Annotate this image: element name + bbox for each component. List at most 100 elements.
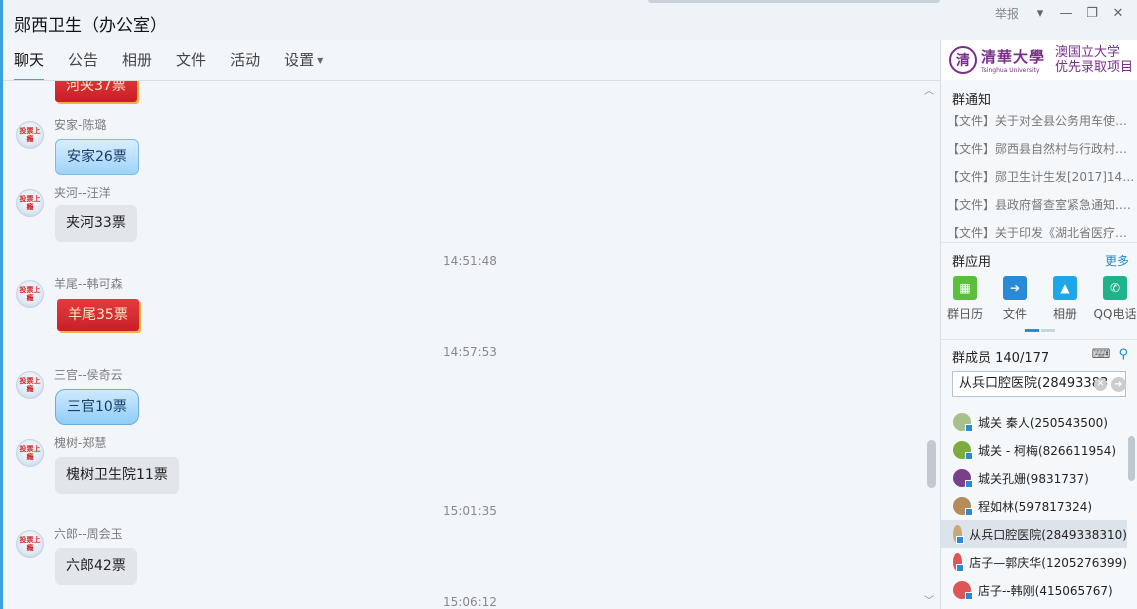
message-bubble: 六郎42票	[55, 548, 137, 585]
member-name: 城关 - 柯梅(826611954)	[978, 443, 1117, 458]
window-accent-border	[0, 0, 3, 609]
university-name: 清華大學 Tsinghua University	[981, 46, 1045, 74]
app-calendar[interactable]: ▦ 群日历	[940, 276, 990, 322]
member-name: 城关 秦人(250543500)	[978, 415, 1108, 430]
member-name: 店子--韩刚(415065767)	[978, 583, 1113, 598]
sender-name: 夹河--汪洋	[54, 186, 111, 200]
tab-settings[interactable]: 设置 ▼	[284, 50, 323, 80]
avatar	[953, 553, 965, 572]
folder-icon: ➔	[1003, 276, 1027, 300]
timestamp: 14:51:48	[443, 254, 497, 268]
apps-title: 群应用	[952, 255, 992, 270]
search-icon[interactable]: ⚲	[1118, 347, 1128, 362]
close-icon[interactable]: ✕	[1105, 4, 1131, 22]
app-label: 文件	[1002, 307, 1027, 321]
member-manage-icon[interactable]: ⌨	[1092, 347, 1111, 362]
member-scrollbar[interactable]	[1128, 436, 1135, 481]
avatar[interactable]: 投票上瘾	[16, 189, 44, 217]
member-item[interactable]: 城关 - 柯梅(826611954)	[941, 436, 1127, 464]
avatar[interactable]: 投票上瘾	[16, 530, 44, 558]
page-dot[interactable]	[1041, 329, 1055, 332]
chat-history[interactable]: 河夹37票 投票上瘾 安家-陈璐 安家26票 投票上瘾 夹河--汪洋 夹河33票…	[0, 81, 940, 609]
clear-icon[interactable]: ✕	[1094, 378, 1107, 391]
group-title: 郧西卫生（办公室）	[14, 16, 167, 36]
app-label: 群日历	[946, 307, 983, 321]
avatar	[953, 469, 973, 488]
university-name-en: Tsinghua University	[981, 67, 1040, 74]
ad-promo-line1: 澳国立大学	[1055, 45, 1121, 60]
scroll-up-icon[interactable]: ︿	[924, 82, 934, 97]
divider	[941, 242, 1137, 243]
phone-icon: ✆	[1103, 276, 1127, 300]
avatar	[953, 525, 965, 544]
ad-promo-line2: 优先录取项目	[1055, 60, 1134, 75]
side-panel: 清 清華大學 Tsinghua University 澳国立大学 优先录取项目 …	[940, 40, 1137, 609]
member-item[interactable]: 城关孔姗(9831737)	[941, 464, 1127, 492]
message-bubble: 羊尾35票	[57, 299, 139, 331]
tab-notice[interactable]: 公告	[68, 50, 98, 80]
member-item[interactable]: 店子--韩刚(415065767)	[941, 576, 1127, 604]
minimize-icon[interactable]: —	[1053, 4, 1079, 22]
timestamp: 15:01:35	[443, 504, 497, 518]
report-link[interactable]: 举报	[995, 5, 1019, 22]
tab-chat[interactable]: 聊天	[14, 50, 45, 82]
notice-item[interactable]: 【文件】郧卫生计生发[2017]14号 ...	[947, 168, 1136, 185]
notice-item[interactable]: 【文件】关于对全县公务用车使用...	[947, 112, 1136, 129]
ad-banner[interactable]: 清 清華大學 Tsinghua University 澳国立大学 优先录取项目	[941, 40, 1137, 80]
member-name: 从兵口腔医院(2849338310)	[969, 527, 1127, 542]
avatar[interactable]: 投票上瘾	[16, 121, 44, 149]
avatar[interactable]: 投票上瘾	[16, 280, 44, 308]
page-dot-active[interactable]	[1025, 329, 1039, 332]
avatar	[953, 441, 973, 460]
window-controls: 举报 ▾ — ❐ ✕	[995, 4, 1131, 22]
notice-item[interactable]: 【文件】关于印发《湖北省医疗卫...	[947, 224, 1136, 241]
apps-more-link[interactable]: 更多	[1105, 252, 1129, 269]
app-label: 相册	[1052, 307, 1077, 321]
member-item-selected[interactable]: 从兵口腔医院(2849338310)	[941, 520, 1127, 548]
notice-title: 群通知	[952, 93, 992, 108]
notice-item[interactable]: 【文件】郧西县自然村与行政村合...	[947, 140, 1136, 157]
avatar[interactable]: 投票上瘾	[16, 371, 44, 399]
sender-name: 羊尾--韩可森	[54, 277, 123, 291]
dropdown-icon[interactable]: ▾	[1027, 4, 1053, 22]
sender-name: 槐树-郑慧	[54, 436, 107, 450]
sender-name: 六郎--周会玉	[54, 527, 123, 541]
photo-icon: ▲	[1053, 276, 1077, 300]
tab-album[interactable]: 相册	[122, 50, 152, 80]
app-album[interactable]: ▲ 相册	[1040, 276, 1090, 322]
member-item[interactable]: 城关 秦人(250543500)	[941, 408, 1127, 436]
member-item[interactable]: 店子—郭庆华(1205276399)	[941, 548, 1127, 576]
sender-name: 三官--侯奇云	[54, 368, 123, 382]
member-name: 程如林(597817324)	[978, 499, 1093, 514]
app-files[interactable]: ➔ 文件	[990, 276, 1040, 322]
university-seal-icon: 清	[949, 46, 977, 74]
university-name-cn: 清華大學	[981, 48, 1046, 66]
app-page-indicator[interactable]	[1025, 329, 1055, 332]
arrow-right-icon[interactable]: ➜	[1111, 377, 1126, 392]
avatar	[953, 581, 973, 600]
restore-icon[interactable]: ❐	[1079, 4, 1105, 22]
calendar-icon: ▦	[953, 276, 977, 300]
tab-activity[interactable]: 活动	[230, 50, 260, 80]
member-item[interactable]: 程如林(597817324)	[941, 492, 1127, 520]
window-edge	[648, 0, 940, 3]
member-name: 店子—郭庆华(1205276399)	[969, 555, 1127, 570]
message-bubble: 三官10票	[55, 389, 139, 425]
message-bubble: 河夹37票	[55, 81, 137, 102]
title-bar: 郧西卫生（办公室） 举报 ▾ — ❐ ✕	[0, 0, 1137, 40]
app-label: QQ电话	[1093, 307, 1137, 321]
scroll-down-icon[interactable]: ﹀	[924, 592, 934, 607]
members-title: 群成员 140/177	[952, 351, 1050, 366]
ad-promo: 澳国立大学 优先录取项目	[1055, 45, 1133, 75]
tab-files[interactable]: 文件	[176, 50, 206, 80]
timestamp: 14:57:53	[443, 345, 497, 359]
notice-item[interactable]: 【文件】县政府督查室紧急通知.doc	[947, 196, 1136, 213]
message-bubble: 夹河33票	[55, 205, 137, 242]
timestamp: 15:06:12	[443, 595, 497, 609]
tab-bar: 聊天 公告 相册 文件 活动 设置 ▼	[14, 50, 347, 82]
avatar[interactable]: 投票上瘾	[16, 439, 44, 467]
app-qq-call[interactable]: ✆ QQ电话	[1090, 276, 1137, 322]
chat-scrollbar[interactable]	[927, 440, 936, 488]
sender-name: 安家-陈璐	[54, 118, 107, 132]
tab-settings-label: 设置	[284, 51, 315, 69]
